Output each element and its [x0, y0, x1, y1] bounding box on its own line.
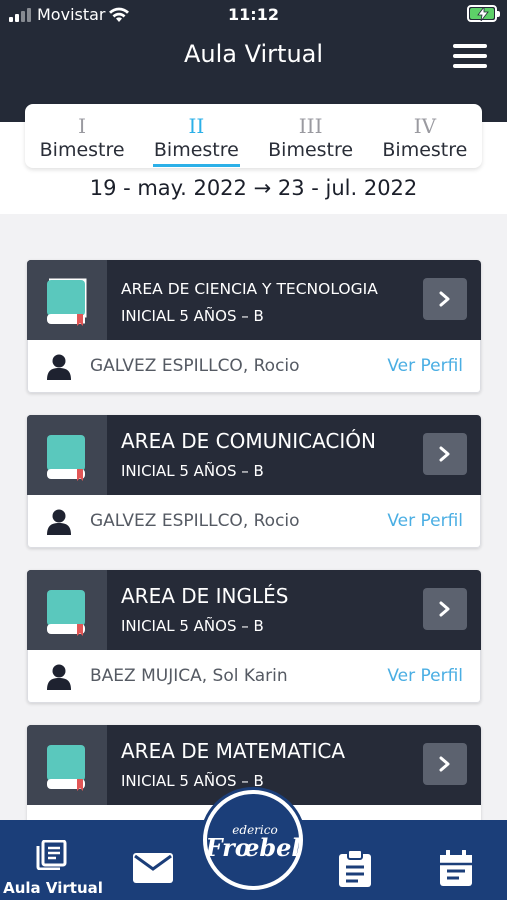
tab-term-4[interactable]: IV Bimestre	[368, 104, 482, 168]
open-course-button[interactable]	[423, 278, 467, 320]
status-bar: Movistar 11:12	[0, 0, 507, 32]
chevron-right-icon	[439, 291, 450, 307]
book-icon	[27, 570, 107, 650]
tab-term-3[interactable]: III Bimestre	[254, 104, 368, 168]
page-title: Aula Virtual	[183, 40, 324, 68]
book-icon	[27, 260, 107, 340]
course-group: INICIAL 5 AÑOS – B	[121, 462, 264, 480]
teacher-name: GALVEZ ESPILLCO, Rocio	[90, 356, 300, 376]
envelope-icon	[133, 853, 173, 883]
nav-label: Aula Virtual	[3, 879, 103, 897]
term-tabs: I Bimestre II Bimestre III Bimestre IV B…	[25, 104, 482, 168]
term-label: Bimestre	[268, 139, 354, 161]
book-icon	[27, 725, 107, 805]
open-course-button[interactable]	[423, 588, 467, 630]
term-numeral: IV	[413, 114, 437, 138]
course-card: AREA DE COMUNICACIÓN INICIAL 5 AÑOS – B …	[27, 415, 481, 548]
view-profile-link[interactable]: Ver Perfil	[387, 511, 463, 531]
logo-text-main: Frœbel	[207, 833, 299, 862]
teacher-row: GALVEZ ESPILLCO, Rocio Ver Perfil	[27, 340, 481, 393]
open-course-button[interactable]	[423, 433, 467, 475]
view-profile-link[interactable]: Ver Perfil	[387, 356, 463, 376]
tab-term-2[interactable]: II Bimestre	[139, 104, 253, 168]
hamburger-menu-icon[interactable]	[453, 44, 487, 68]
course-card: AREA DE INGLÉS INICIAL 5 AÑOS – B BAEZ M…	[27, 570, 481, 703]
term-label: Bimestre	[382, 139, 468, 161]
teacher-row: GALVEZ ESPILLCO, Rocio Ver Perfil	[27, 495, 481, 548]
book-icon	[27, 415, 107, 495]
course-name: AREA DE CIENCIA Y TECNOLOGIA	[121, 280, 378, 298]
teacher-name: GALVEZ ESPILLCO, Rocio	[90, 511, 300, 531]
teacher-row: BAEZ MUJICA, Sol Karin Ver Perfil	[27, 650, 481, 703]
clock: 11:12	[228, 5, 279, 24]
nav-messages[interactable]	[106, 820, 202, 900]
term-numeral: I	[78, 114, 87, 138]
user-icon	[47, 509, 71, 535]
battery-icon	[467, 5, 500, 22]
nav-aula-virtual[interactable]: Aula Virtual	[0, 820, 106, 900]
chevron-right-icon	[439, 756, 450, 772]
term-label: Bimestre	[39, 139, 125, 161]
chevron-right-icon	[439, 446, 450, 462]
calendar-icon	[440, 850, 472, 886]
course-group: INICIAL 5 AÑOS – B	[121, 307, 264, 325]
term-label: Bimestre	[153, 139, 239, 161]
user-icon	[47, 664, 71, 690]
course-group: INICIAL 5 AÑOS – B	[121, 617, 264, 635]
open-course-button[interactable]	[423, 743, 467, 785]
course-name: AREA DE INGLÉS	[121, 584, 289, 608]
book-list-icon	[36, 840, 67, 870]
school-logo-button[interactable]: ederico Frœbel	[203, 790, 303, 890]
term-date-range: 19 - may. 2022 → 23 - jul. 2022	[89, 176, 418, 200]
chevron-right-icon	[439, 601, 450, 617]
course-card-header[interactable]: AREA DE INGLÉS INICIAL 5 AÑOS – B	[27, 570, 481, 650]
course-name: AREA DE MATEMATICA	[121, 739, 346, 763]
nav-tasks[interactable]	[305, 820, 405, 900]
clipboard-icon	[339, 850, 371, 887]
term-numeral: II	[188, 114, 205, 138]
course-card-header[interactable]: AREA DE COMUNICACIÓN INICIAL 5 AÑOS – B	[27, 415, 481, 495]
course-name: AREA DE COMUNICACIÓN	[121, 429, 376, 453]
user-icon	[47, 354, 71, 380]
course-card: AREA DE CIENCIA Y TECNOLOGIA INICIAL 5 A…	[27, 260, 481, 393]
view-profile-link[interactable]: Ver Perfil	[387, 666, 463, 686]
teacher-name: BAEZ MUJICA, Sol Karin	[90, 666, 288, 686]
nav-calendar[interactable]	[405, 820, 507, 900]
term-numeral: III	[298, 114, 323, 138]
course-group: INICIAL 5 AÑOS – B	[121, 772, 264, 790]
tab-term-1[interactable]: I Bimestre	[25, 104, 139, 168]
course-card-header[interactable]: AREA DE CIENCIA Y TECNOLOGIA INICIAL 5 A…	[27, 260, 481, 340]
course-list[interactable]: AREA DE CIENCIA Y TECNOLOGIA INICIAL 5 A…	[0, 214, 507, 820]
froebel-logo: ederico Frœbel	[207, 823, 299, 862]
